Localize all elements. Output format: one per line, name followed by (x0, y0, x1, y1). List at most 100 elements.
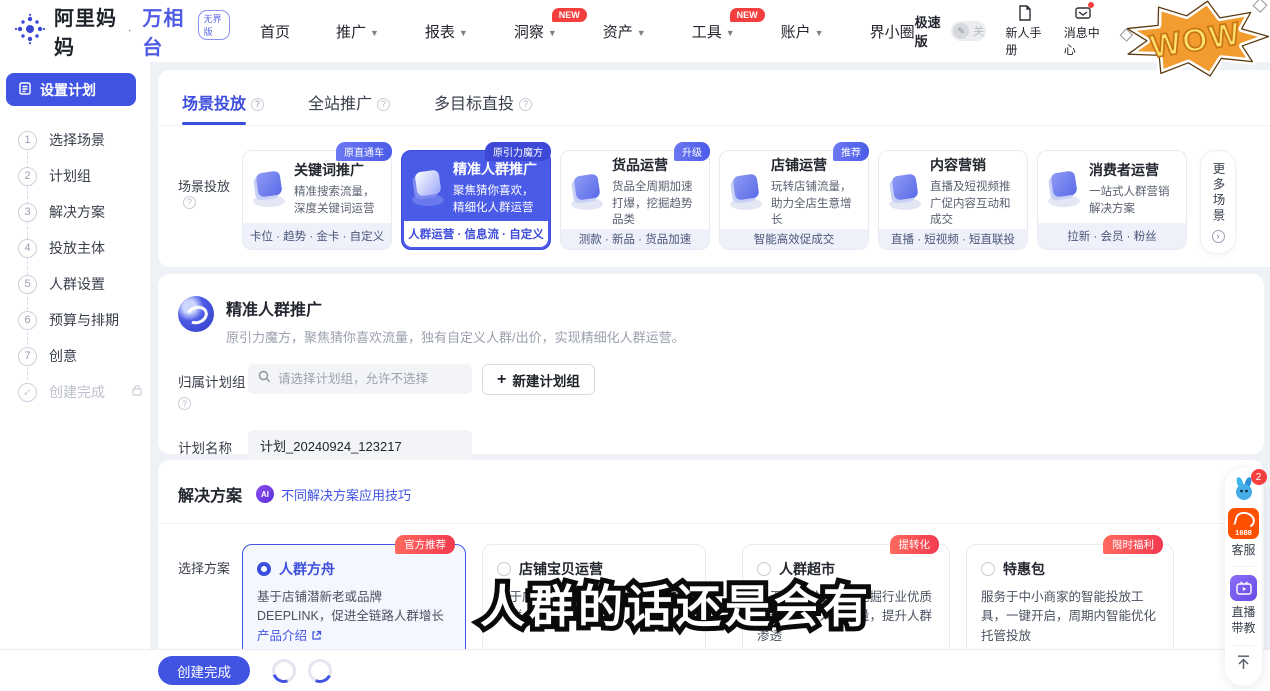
pencil-icon: ✎ (953, 23, 969, 39)
tab-sitewide[interactable]: 全站推广? (308, 90, 390, 125)
manual-link[interactable]: 新人手册 (1006, 4, 1044, 58)
limited-badge: 限时福利 (1103, 535, 1163, 554)
notification-count-badge: 2 (1251, 469, 1267, 485)
chevron-down-icon: ▼ (459, 28, 468, 38)
step-creative[interactable]: 7创意 (0, 338, 150, 374)
step-budget[interactable]: 6预算与排期 (0, 302, 150, 338)
help-icon[interactable]: ? (183, 196, 196, 209)
scene-cards: 原直通车 关键词推广精准搜索流量，深度关键词运营 卡位 · 趋势 · 金卡 · … (242, 150, 1236, 254)
clipboard-icon (18, 81, 32, 98)
live-teaching-label[interactable]: 直播 带教 (1231, 604, 1255, 636)
nav-item-assets[interactable]: 资产▼ (603, 21, 646, 42)
scene-card-consumer[interactable]: 消费者运营一站式人群营销解决方案 拉新 · 会员 · 粉丝 (1037, 150, 1187, 250)
scene-card-goods[interactable]: 升级 货品运营货品全周期加速打爆，挖掘趋势品类 测款 · 新品 · 货品加速 (560, 150, 710, 250)
floating-toolbar: 2 1688 客服 直播 带教 (1225, 468, 1262, 686)
manual-doc-icon (1016, 4, 1034, 22)
scene-card-content[interactable]: 内容营销直播及短视频推广促内容互动和成交 直播 · 短视频 · 短直联投 (878, 150, 1028, 250)
plan-name-input[interactable] (248, 430, 472, 460)
scene-row-label: 场景投放? (178, 176, 242, 254)
scene-card-audience[interactable]: 原引力魔方 精准人群推广聚焦猜你喜欢，精细化人群运营 人群运营 · 信息流 · … (401, 150, 551, 250)
divider (1233, 645, 1254, 646)
scene-card-keyword[interactable]: 原直通车 关键词推广精准搜索流量，深度关键词运营 卡位 · 趋势 · 金卡 · … (242, 150, 392, 250)
nav-item-reports[interactable]: 报表▼ (425, 21, 468, 42)
chevron-down-icon: ▼ (726, 28, 735, 38)
create-complete-button[interactable]: 创建完成 (158, 656, 250, 685)
help-icon[interactable]: ? (519, 98, 532, 111)
scene-cube-icon (885, 172, 925, 212)
loading-spinner (268, 655, 300, 687)
new-group-button[interactable]: + 新建计划组 (482, 364, 595, 395)
option-special-pack[interactable]: 限时福利 特惠包 服务于中小商家的智能投放工具，一键开启，周期内智能优化托管投放 (966, 544, 1174, 660)
plan-steps: 1选择场景 2计划组 3解决方案 4投放主体 5人群设置 6预算与排期 7创意 … (0, 122, 150, 410)
mode-tabs: 场景投放? 全站推广? 多目标直投? (158, 70, 1270, 126)
alimama-starburst-icon (14, 13, 46, 50)
scene-cube-icon (567, 172, 607, 212)
brand-logo[interactable]: 阿里妈妈 · 万相台 无界版 (14, 2, 230, 60)
step-target[interactable]: 4投放主体 (0, 230, 150, 266)
help-icon[interactable]: ? (251, 98, 264, 111)
step-complete: ✓ 创建完成 (0, 374, 150, 410)
step-plan-group[interactable]: 2计划组 (0, 158, 150, 194)
help-icon[interactable]: ? (377, 98, 390, 111)
speed-mode-label: 极速版 (915, 12, 946, 50)
loading-spinner (305, 655, 336, 686)
message-center-link[interactable]: 消息中心 (1064, 4, 1102, 58)
footer-bar: 创建完成 (0, 650, 1270, 691)
check-icon: ✓ (18, 383, 37, 402)
plan-detail-panel: 精准人群推广 原引力魔方，聚焦猜你喜欢流量，独有自定义人群/出价，实现精细化人群… (158, 274, 1264, 454)
nav-item-home[interactable]: 首页 (260, 21, 290, 42)
plan-section-title: 精准人群推广 (226, 296, 685, 320)
live-teaching-icon[interactable] (1230, 575, 1257, 601)
scene-card-shop[interactable]: 推荐 店铺运营玩转店铺流量，助力全店生意增长 智能高效促成交 (719, 150, 869, 250)
product-intro-link[interactable]: 产品介绍 (257, 629, 322, 643)
edition-badge: 无界版 (198, 10, 230, 40)
card-badge: 原引力魔方 (485, 142, 551, 161)
group-field-label: 归属计划组? (178, 364, 248, 410)
select-solution-label: 选择方案 (178, 558, 242, 660)
sidebar-active-label: 设置计划 (40, 80, 96, 100)
mail-icon (1074, 4, 1092, 22)
left-sidebar: 设置计划 1选择场景 2计划组 3解决方案 4投放主体 5人群设置 6预算与排期… (0, 62, 150, 691)
solution-tips-link[interactable]: 不同解决方案应用技巧 (281, 485, 411, 504)
sidebar-item-setup-plan[interactable]: 设置计划 (6, 73, 136, 106)
scene-cube-icon (726, 172, 766, 212)
card-badge: 原直通车 (336, 142, 392, 161)
toggle-state-label: 关 (973, 23, 984, 39)
unread-dot (1088, 2, 1094, 8)
tab-scene-delivery[interactable]: 场景投放? (182, 90, 264, 125)
brand-separator: · (127, 22, 132, 40)
help-icon[interactable]: ? (178, 397, 191, 410)
speed-mode-toggle[interactable]: ✎ 关 (951, 21, 985, 41)
more-scenes-button[interactable]: 更多场景 › (1200, 150, 1236, 254)
chevron-down-icon: ▼ (637, 28, 646, 38)
top-navbar: 阿里妈妈 · 万相台 无界版 首页 推广▼ 报表▼ 洞察▼NEW 资产▼ 工具▼… (0, 0, 1270, 62)
nav-item-promotion[interactable]: 推广▼ (336, 21, 379, 42)
nav-item-account[interactable]: 账户▼ (781, 21, 824, 42)
radio-checked-icon[interactable] (257, 562, 271, 576)
plan-section-desc: 原引力魔方，聚焦猜你喜欢流量，独有自定义人群/出价，实现精细化人群运营。 (226, 327, 685, 346)
mascot-icon[interactable]: 2 (1231, 476, 1257, 507)
scene-cube-icon (1044, 169, 1084, 209)
chevron-down-icon: ▼ (815, 28, 824, 38)
plan-group-select[interactable] (248, 364, 472, 394)
radio-icon[interactable] (981, 562, 995, 576)
new-badge: NEW (552, 8, 587, 22)
conversion-badge: 提转化 (890, 535, 940, 554)
back-to-top-button[interactable] (1235, 654, 1252, 676)
option-audience-ark[interactable]: 官方推荐 人群方舟 基于店铺潜新老或品牌DEEPLINK，促进全链路人群增长产品… (242, 544, 466, 660)
nav-item-insight[interactable]: 洞察▼NEW (514, 21, 557, 42)
nav-item-tools[interactable]: 工具▼NEW (692, 21, 735, 42)
audience-sphere-icon (178, 296, 214, 332)
logo-1688[interactable]: 1688 (1228, 508, 1259, 539)
step-solution[interactable]: 3解决方案 (0, 194, 150, 230)
solution-title: 解决方案 (178, 482, 242, 506)
customer-service-label[interactable]: 客服 (1231, 542, 1255, 558)
tab-multi-goal[interactable]: 多目标直投? (434, 90, 532, 125)
nav-item-jiexiaoquan[interactable]: 界小圈 (870, 21, 915, 42)
step-select-scene[interactable]: 1选择场景 (0, 122, 150, 158)
search-icon (258, 370, 271, 388)
step-audience[interactable]: 5人群设置 (0, 266, 150, 302)
plan-group-input[interactable] (278, 372, 462, 386)
wow-sticker: WOW (1117, 0, 1270, 85)
chevron-down-icon: ▼ (370, 28, 379, 38)
